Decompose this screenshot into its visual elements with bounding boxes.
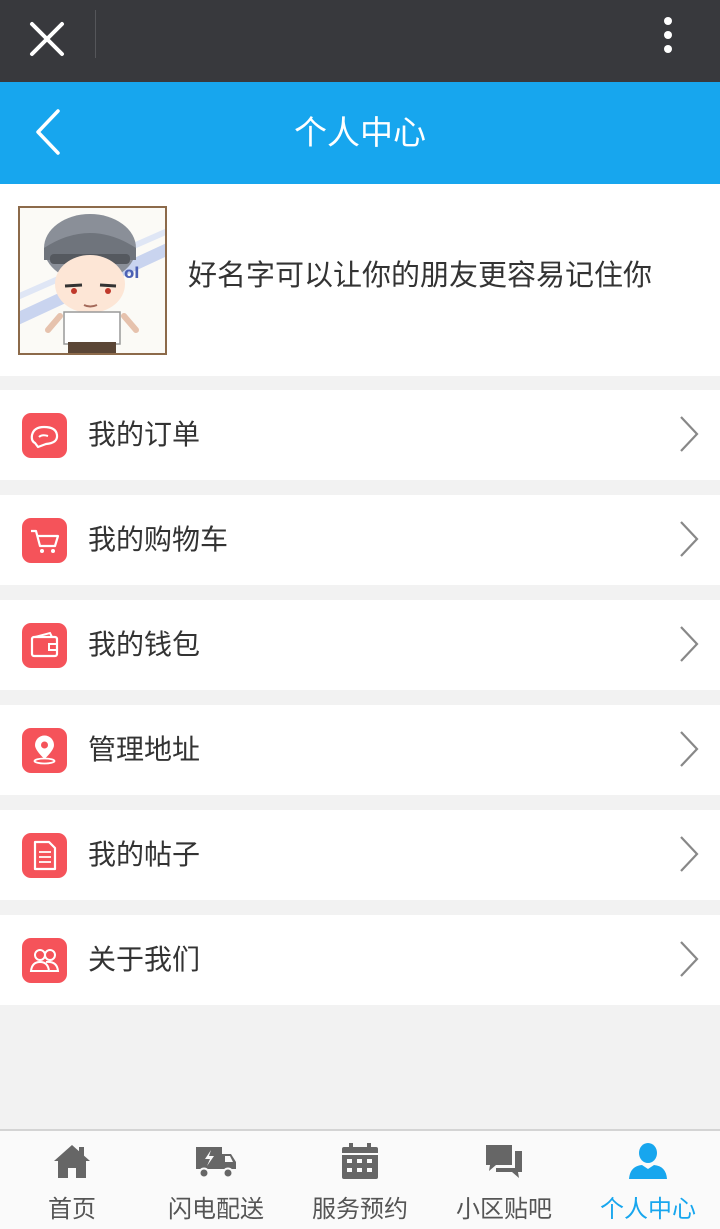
tab-label: 闪电配送 [168,1195,264,1223]
chevron-right-icon [680,626,699,662]
page-title: 个人中心 [294,113,426,152]
chevron-right-icon [680,836,699,872]
tab-label: 小区贴吧 [456,1195,552,1223]
menu-item-label: 管理地址 [88,733,201,766]
menu-item-cart[interactable]: 我的购物车 [0,495,720,585]
more-icon[interactable] [648,10,688,60]
chevron-right-icon [680,941,699,977]
location-pin-icon [22,728,67,773]
back-arrow-icon[interactable] [28,106,68,158]
users-icon [22,938,67,983]
menu-item-orders[interactable]: 我的订单 [0,390,720,480]
calendar-icon [342,1143,378,1179]
nickname-hint: 好名字可以让你的朋友更容易记住你 [188,258,653,292]
tab-profile[interactable]: 个人中心 [576,1131,720,1229]
tab-label: 个人中心 [600,1195,696,1223]
menu-item-label: 我的钱包 [88,628,201,661]
chat-bubble-icon [22,413,67,458]
menu-item-address[interactable]: 管理地址 [0,705,720,795]
profile-card[interactable]: ol 好名字可以让你的朋友更容易记住你 [0,184,720,376]
nav-bar: 个人中心 [0,82,720,184]
tab-delivery[interactable]: 闪电配送 [144,1131,288,1229]
system-top-bar [0,0,720,82]
svg-text:ol: ol [124,264,139,282]
menu-item-label: 我的购物车 [88,523,229,556]
home-icon [54,1145,90,1178]
tab-service[interactable]: 服务预约 [288,1131,432,1229]
close-icon[interactable] [22,14,72,64]
tab-community[interactable]: 小区贴吧 [432,1131,576,1229]
top-bar-divider [95,10,96,58]
menu-item-label: 我的订单 [88,418,201,451]
menu-item-label: 关于我们 [88,943,201,976]
menu-item-label: 我的帖子 [88,838,201,871]
bottom-tab-bar: 首页 闪电配送 服务预约 小区贴吧 个人中心 [0,1129,720,1229]
document-icon [22,833,67,878]
menu-item-posts[interactable]: 我的帖子 [0,810,720,900]
avatar[interactable]: ol [18,206,167,355]
tab-label: 服务预约 [312,1195,408,1223]
chat-icon [486,1145,522,1178]
menu-item-wallet[interactable]: 我的钱包 [0,600,720,690]
menu-item-about[interactable]: 关于我们 [0,915,720,1005]
delivery-truck-icon [196,1147,236,1179]
tab-label: 首页 [48,1195,96,1223]
chevron-right-icon [680,521,699,557]
cart-icon [22,518,67,563]
person-icon [629,1143,667,1179]
tab-home[interactable]: 首页 [0,1131,144,1229]
wallet-icon [22,623,67,668]
chevron-right-icon [680,416,699,452]
chevron-right-icon [680,731,699,767]
